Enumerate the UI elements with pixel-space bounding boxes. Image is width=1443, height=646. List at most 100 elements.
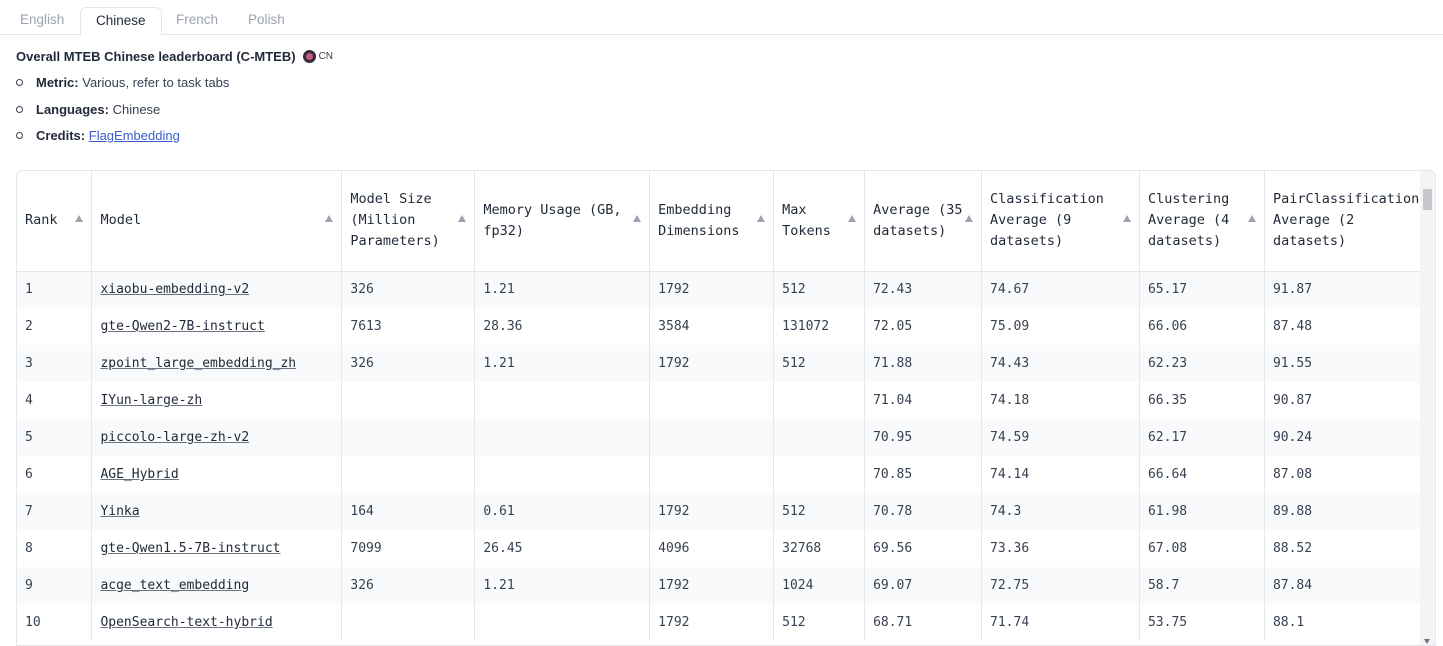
table-cell: 70.95 — [864, 419, 983, 456]
table-cell: 72.05 — [864, 308, 983, 345]
tab-chinese[interactable]: Chinese — [80, 7, 162, 36]
column-header-0[interactable]: Rank — [17, 171, 93, 272]
table-cell: 66.64 — [1139, 456, 1265, 493]
table-cell: 1.21 — [474, 345, 651, 382]
model-link[interactable]: gte-Qwen1.5-7B-instruct — [91, 530, 343, 567]
sort-arrow-icon[interactable] — [965, 215, 974, 222]
table-cell: 5 — [17, 419, 93, 456]
credits-link[interactable]: FlagEmbedding — [89, 128, 180, 143]
table-cell: 91.87 — [1264, 271, 1435, 308]
table-cell: 66.06 — [1139, 308, 1265, 345]
column-header-2[interactable]: Model Size (Million Parameters) — [341, 171, 476, 272]
table-cell — [474, 456, 651, 493]
table-cell: 67.08 — [1139, 530, 1265, 567]
languages-label: Languages: — [36, 101, 109, 117]
table-cell: 71.04 — [864, 382, 983, 419]
flag-icon — [302, 49, 316, 63]
table-row: 9 acge_text_embedding 326 1.21 1792 1024 69.07… — [17, 567, 1435, 604]
column-header-7[interactable]: Classification Average (9 datasets) — [981, 171, 1140, 272]
sort-arrow-icon[interactable] — [848, 215, 857, 222]
leaderboard-table: Rank Model Model Size (Million Parameters)… — [17, 171, 1435, 641]
column-header-3[interactable]: Memory Usage (GB, fp32) — [474, 171, 651, 272]
table-cell: 512 — [773, 345, 866, 382]
table-cell: 3584 — [649, 308, 775, 345]
table-cell: 71.74 — [981, 604, 1140, 641]
table-cell: 74.59 — [981, 419, 1140, 456]
table-cell: 9 — [17, 567, 93, 604]
table-cell — [773, 456, 866, 493]
table-cell: 7 — [17, 493, 93, 530]
flag-code: CN — [318, 50, 334, 62]
column-header-label: Average (35 datasets) — [873, 201, 963, 239]
table-cell: 69.07 — [864, 567, 983, 604]
table-cell: 72.43 — [864, 271, 983, 308]
column-header-8[interactable]: Clustering Average (4 datasets) — [1139, 171, 1265, 272]
credits-label: Credits: — [36, 128, 86, 143]
model-link[interactable]: gte-Qwen2-7B-instruct — [91, 308, 343, 345]
leaderboard-info-list: Metric: Various, refer to task tabs Lang… — [16, 73, 229, 153]
scrollbar-thumb[interactable] — [1423, 189, 1432, 210]
model-link[interactable]: zpoint_large_embedding_zh — [91, 345, 343, 382]
table-cell: 1.21 — [474, 271, 651, 308]
table-cell: 4 — [17, 382, 93, 419]
table-cell: 89.88 — [1264, 493, 1435, 530]
sort-arrow-icon[interactable] — [1122, 215, 1131, 222]
column-header-label: Classification Average (9 datasets) — [990, 191, 1104, 250]
leaderboard-title-text: Overall MTEB Chinese leaderboard (C-MTEB… — [16, 48, 296, 64]
table-cell: 74.14 — [981, 456, 1140, 493]
sort-arrow-icon[interactable] — [458, 215, 467, 222]
scroll-down-arrow-icon[interactable] — [1424, 639, 1430, 644]
table-cell: 90.87 — [1264, 382, 1435, 419]
table-cell: 65.17 — [1139, 271, 1265, 308]
credits-item: Credits: FlagEmbedding — [16, 126, 229, 153]
model-link[interactable]: OpenSearch-text-hybrid — [91, 604, 343, 641]
table-cell: 1.21 — [474, 567, 651, 604]
model-link[interactable]: IYun-large-zh — [91, 382, 343, 419]
table-cell: 74.43 — [981, 345, 1140, 382]
table-cell — [474, 419, 651, 456]
table-cell: 68.71 — [864, 604, 983, 641]
sort-arrow-icon[interactable] — [1247, 215, 1256, 222]
table-cell: 26.45 — [474, 530, 651, 567]
tab-english[interactable]: English — [5, 7, 79, 35]
table-row: 8 gte-Qwen1.5-7B-instruct 7099 26.45 4096 327… — [17, 530, 1435, 567]
model-link[interactable]: Yinka — [91, 493, 343, 530]
table-cell — [773, 382, 866, 419]
table-cell: 69.56 — [864, 530, 983, 567]
column-header-1[interactable]: Model — [91, 171, 343, 272]
table-cell — [341, 604, 476, 641]
sort-arrow-icon[interactable] — [325, 215, 334, 222]
table-row: 3 zpoint_large_embedding_zh 326 1.21 1792 512… — [17, 345, 1435, 382]
table-cell — [474, 604, 651, 641]
table-cell: 74.67 — [981, 271, 1140, 308]
table-cell: 62.17 — [1139, 419, 1265, 456]
column-header-5[interactable]: Max Tokens — [773, 171, 866, 272]
model-link[interactable]: piccolo-large-zh-v2 — [91, 419, 343, 456]
table-cell: 1 — [17, 271, 93, 308]
languages-item: Languages: Chinese — [16, 100, 229, 127]
sort-arrow-icon[interactable] — [757, 215, 766, 222]
table-cell: 62.23 — [1139, 345, 1265, 382]
table-cell: 66.35 — [1139, 382, 1265, 419]
table-cell — [649, 456, 775, 493]
column-header-6[interactable]: Average (35 datasets) — [864, 171, 983, 272]
model-link[interactable]: xiaobu-embedding-v2 — [91, 271, 343, 308]
model-link[interactable]: acge_text_embedding — [91, 567, 343, 604]
table-cell: 512 — [773, 493, 866, 530]
tab-french[interactable]: French — [161, 7, 233, 35]
table-cell — [773, 419, 866, 456]
table-cell: 326 — [341, 345, 476, 382]
sort-arrow-icon[interactable] — [75, 215, 84, 222]
tab-polish[interactable]: Polish — [233, 7, 300, 35]
model-link[interactable]: AGE_Hybrid — [91, 456, 343, 493]
column-header-4[interactable]: Embedding Dimensions — [649, 171, 775, 272]
table-cell: 7099 — [341, 530, 476, 567]
leaderboard-description: Overall MTEB Chinese leaderboard (C-MTEB… — [16, 46, 333, 66]
table-cell: 88.52 — [1264, 530, 1435, 567]
vertical-scrollbar[interactable] — [1420, 171, 1435, 645]
table-cell: 3 — [17, 345, 93, 382]
column-header-9[interactable]: PairClassification Average (2 datasets) — [1264, 171, 1435, 272]
leaderboard-title: Overall MTEB Chinese leaderboard (C-MTEB… — [16, 46, 333, 66]
column-header-label: Memory Usage (GB, fp32) — [483, 201, 622, 239]
sort-arrow-icon[interactable] — [633, 215, 642, 222]
